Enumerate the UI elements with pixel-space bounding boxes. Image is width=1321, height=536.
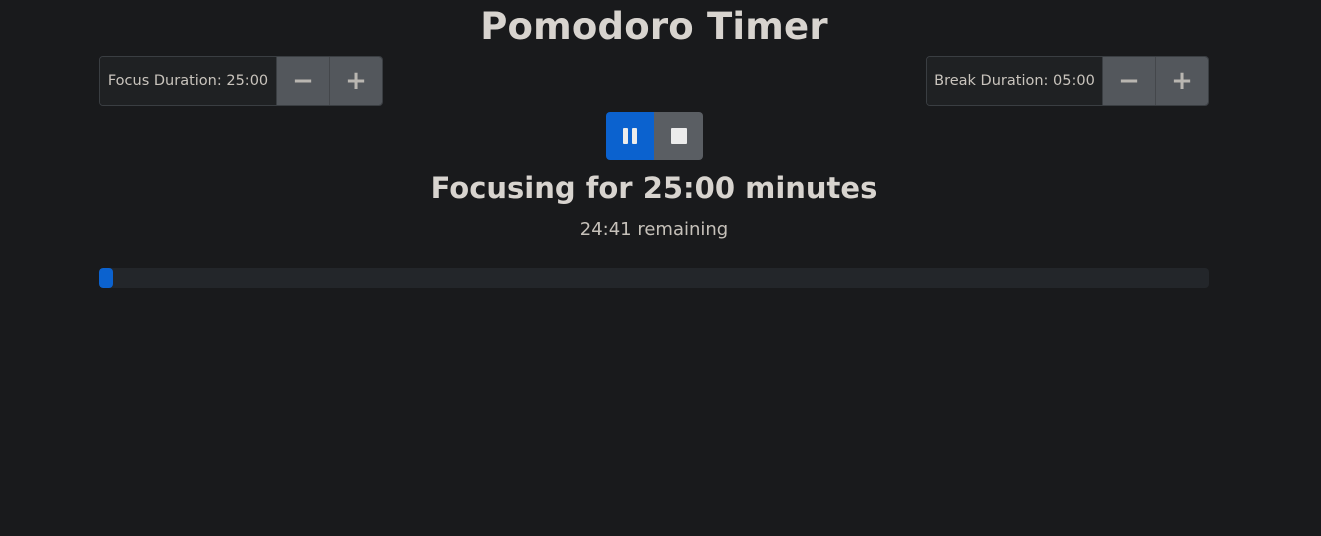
- focus-duration-group: Focus Duration: 25:00 − +: [99, 56, 383, 106]
- break-decrease-button[interactable]: −: [1103, 57, 1155, 105]
- pause-icon: [623, 128, 637, 144]
- focus-decrease-button[interactable]: −: [277, 57, 329, 105]
- timer-controls: [606, 112, 703, 160]
- plus-icon: +: [1171, 66, 1193, 96]
- stop-button[interactable]: [654, 112, 703, 160]
- progress-bar: [99, 268, 1209, 288]
- status-heading: Focusing for 25:00 minutes: [430, 171, 878, 205]
- minus-icon: −: [1118, 66, 1140, 96]
- progress-fill: [99, 268, 114, 288]
- break-duration-group: Break Duration: 05:00 − +: [926, 56, 1209, 106]
- stop-icon: [670, 128, 687, 144]
- focus-increase-button[interactable]: +: [329, 57, 382, 105]
- time-remaining: 24:41 remaining: [579, 219, 729, 240]
- focus-duration-label: Focus Duration: 25:00: [100, 57, 277, 105]
- minus-icon: −: [292, 66, 314, 96]
- break-increase-button[interactable]: +: [1155, 57, 1208, 105]
- break-duration-label: Break Duration: 05:00: [927, 57, 1103, 105]
- plus-icon: +: [345, 66, 367, 96]
- pause-button[interactable]: [606, 112, 654, 160]
- page-title: Pomodoro Timer: [480, 5, 828, 48]
